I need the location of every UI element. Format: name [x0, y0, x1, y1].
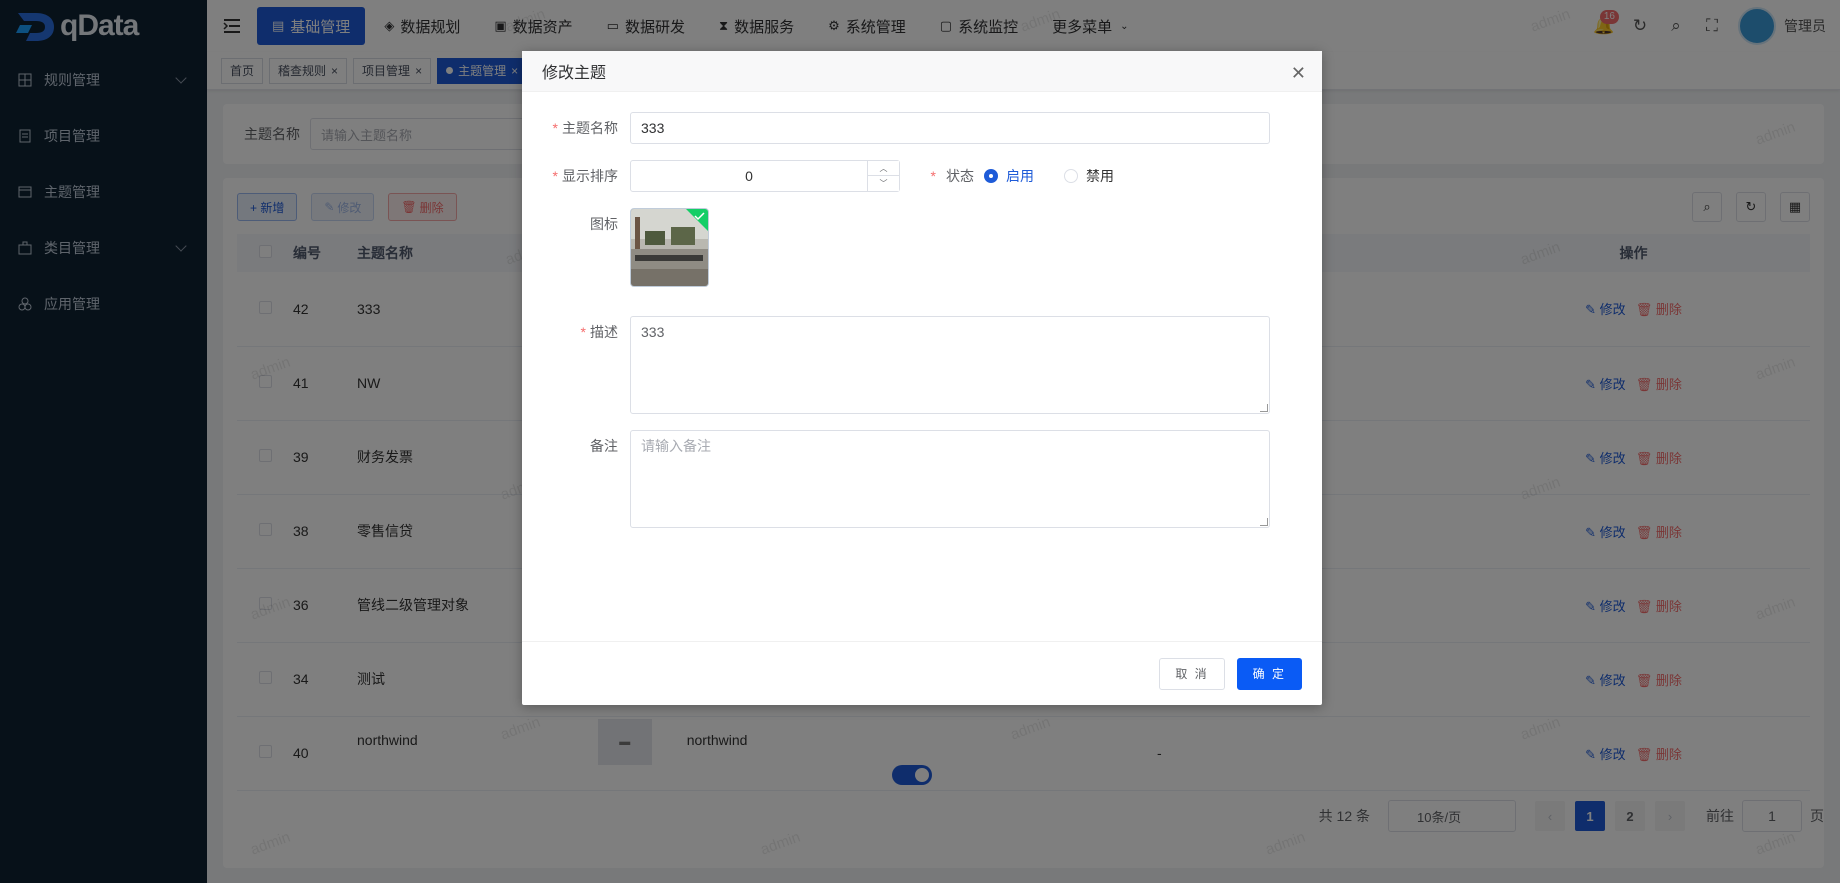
- form-row-icon: 图标: [522, 208, 709, 287]
- icon-label: 图标: [590, 216, 618, 232]
- topic-form: * 主题名称 333 * 显示排序 0 ︿ ﹀ * 状态 启用 禁用 图标 * …: [522, 92, 1322, 652]
- status-enabled-radio[interactable]: 启用: [984, 166, 1034, 186]
- cancel-button[interactable]: 取 消: [1159, 657, 1225, 690]
- order-stepper[interactable]: 0 ︿ ﹀: [630, 160, 900, 192]
- increment-icon[interactable]: ︿: [868, 161, 899, 176]
- description-textarea[interactable]: 333: [630, 316, 1270, 414]
- confirm-button[interactable]: 确 定: [1236, 657, 1302, 690]
- order-value: 0: [745, 168, 753, 184]
- dialog-header: 修改主题 ✕: [522, 51, 1322, 92]
- uploaded-image: [631, 209, 708, 286]
- desc-label: 描述: [590, 324, 618, 340]
- form-row-remark: 备注 请输入备注: [522, 430, 1270, 528]
- order-label: 显示排序: [562, 168, 618, 184]
- form-row-order-status: * 显示排序 0 ︿ ﹀ * 状态 启用 禁用: [522, 160, 1144, 192]
- topic-name-input[interactable]: 333: [630, 112, 1270, 144]
- resize-handle[interactable]: [1260, 404, 1268, 412]
- name-label: 主题名称: [562, 120, 618, 136]
- close-icon[interactable]: ✕: [1291, 63, 1306, 84]
- dialog-title: 修改主题: [542, 65, 607, 82]
- dialog-footer: 取 消 确 定: [522, 641, 1322, 705]
- icon-upload-thumbnail[interactable]: [630, 208, 709, 287]
- remark-textarea[interactable]: 请输入备注: [630, 430, 1270, 528]
- status-disabled-radio[interactable]: 禁用: [1064, 166, 1114, 186]
- decrement-icon[interactable]: ﹀: [868, 176, 899, 191]
- resize-handle[interactable]: [1260, 518, 1268, 526]
- form-row-name: * 主题名称 333: [522, 112, 1270, 144]
- form-row-desc: * 描述 333: [522, 316, 1270, 414]
- status-label: 状态: [946, 168, 974, 184]
- remark-label: 备注: [590, 438, 618, 454]
- edit-topic-dialog: 修改主题 ✕ * 主题名称 333 * 显示排序 0 ︿ ﹀ * 状态 启用 禁用 …: [522, 51, 1322, 705]
